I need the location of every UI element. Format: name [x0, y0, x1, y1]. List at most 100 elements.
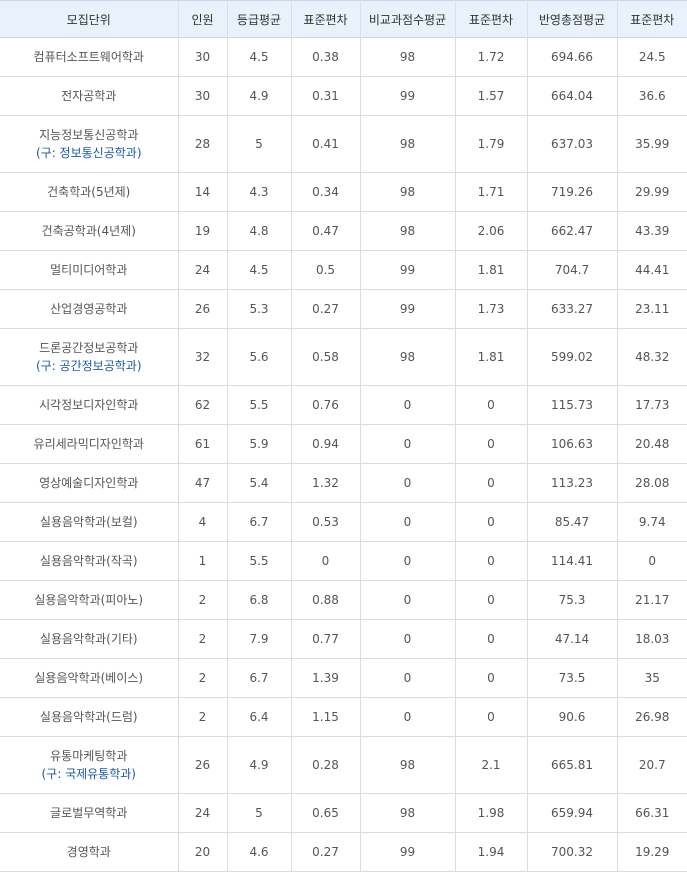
- table-row: 산업경영공학과 26 5.3 0.27 99 1.73 633.27 23.11: [0, 289, 687, 329]
- grade-average-cell: 6.7: [227, 658, 292, 698]
- grade-stddev-cell: 0.77: [291, 619, 361, 659]
- total-score-stddev-cell: 0: [617, 541, 687, 581]
- grade-average-cell: 5.5: [227, 541, 292, 581]
- department-cell: 유리세라믹디자인학과: [0, 424, 179, 464]
- extracurricular-average-cell: 0: [360, 619, 456, 659]
- grade-average-cell: 4.3: [227, 172, 292, 212]
- grade-stddev-cell: 0.88: [291, 580, 361, 620]
- headcount-cell: 61: [178, 424, 228, 464]
- headcount-cell: 30: [178, 76, 228, 116]
- total-score-stddev-cell: 20.48: [617, 424, 687, 464]
- total-score-stddev-cell: 44.41: [617, 250, 687, 290]
- extracurricular-average-cell: 99: [360, 832, 456, 872]
- total-score-average-cell: 664.04: [527, 76, 618, 116]
- extracurricular-stddev-cell: 1.81: [455, 250, 528, 290]
- grade-stddev-cell: 0.38: [291, 37, 361, 77]
- total-score-average-cell: 115.73: [527, 385, 618, 425]
- total-score-stddev-cell: 19.29: [617, 832, 687, 872]
- grade-stddev-cell: 0.27: [291, 289, 361, 329]
- headcount-cell: 47: [178, 463, 228, 503]
- total-score-stddev-cell: 9.74: [617, 502, 687, 542]
- total-score-average-cell: 113.23: [527, 463, 618, 503]
- grade-stddev-cell: 0.94: [291, 424, 361, 464]
- grade-average-cell: 5.9: [227, 424, 292, 464]
- table-row: 시각정보디자인학과 62 5.5 0.76 0 0 115.73 17.73: [0, 385, 687, 425]
- headcount-cell: 2: [178, 658, 228, 698]
- total-score-average-cell: 659.94: [527, 793, 618, 833]
- grade-stddev-cell: 0.27: [291, 832, 361, 872]
- grade-stddev-cell: 1.39: [291, 658, 361, 698]
- grade-stddev-cell: 0.34: [291, 172, 361, 212]
- extracurricular-average-cell: 0: [360, 502, 456, 542]
- total-score-average-cell: 47.14: [527, 619, 618, 659]
- header-total-score-stddev: 표준편차: [617, 0, 687, 38]
- grade-average-cell: 5.4: [227, 463, 292, 503]
- department-name: 지능정보통신공학과: [39, 128, 139, 142]
- table-row: 실용음악학과(베이스) 2 6.7 1.39 0 0 73.5 35: [0, 658, 687, 698]
- headcount-cell: 62: [178, 385, 228, 425]
- grade-stddev-cell: 0.58: [291, 328, 361, 386]
- table-header: 모집단위 인원 등급평균 표준편차 비교과점수평균 표준편차 반영총점평균 표준…: [0, 0, 687, 38]
- extracurricular-average-cell: 0: [360, 424, 456, 464]
- extracurricular-stddev-cell: 1.57: [455, 76, 528, 116]
- department-cell: 경영학과: [0, 832, 179, 872]
- total-score-stddev-cell: 36.6: [617, 76, 687, 116]
- department-name: 실용음악학과(기타): [39, 632, 138, 646]
- total-score-stddev-cell: 35: [617, 658, 687, 698]
- header-department: 모집단위: [0, 0, 179, 38]
- total-score-stddev-cell: 20.7: [617, 736, 687, 794]
- extracurricular-average-cell: 98: [360, 37, 456, 77]
- extracurricular-stddev-cell: 0: [455, 463, 528, 503]
- table-row: 글로벌무역학과 24 5 0.65 98 1.98 659.94 66.31: [0, 793, 687, 833]
- extracurricular-stddev-cell: 0: [455, 541, 528, 581]
- extracurricular-stddev-cell: 1.81: [455, 328, 528, 386]
- headcount-cell: 26: [178, 736, 228, 794]
- grade-stddev-cell: 0.31: [291, 76, 361, 116]
- table-row: 영상예술디자인학과 47 5.4 1.32 0 0 113.23 28.08: [0, 463, 687, 503]
- department-cell: 지능정보통신공학과 (구: 정보통신공학과): [0, 115, 179, 173]
- extracurricular-average-cell: 98: [360, 115, 456, 173]
- table-body: 컴퓨터소프트웨어학과 30 4.5 0.38 98 1.72 694.66 24.5 전자공학과…: [0, 37, 687, 872]
- grade-average-cell: 4.6: [227, 832, 292, 872]
- total-score-average-cell: 665.81: [527, 736, 618, 794]
- grade-stddev-cell: 0.47: [291, 211, 361, 251]
- total-score-stddev-cell: 17.73: [617, 385, 687, 425]
- department-name: 실용음악학과(베이스): [34, 671, 144, 685]
- total-score-average-cell: 75.3: [527, 580, 618, 620]
- former-department-name: (구: 정보통신공학과): [35, 146, 142, 160]
- grade-stddev-cell: 0.28: [291, 736, 361, 794]
- former-department-name: (구: 국제유통학과): [41, 767, 136, 781]
- extracurricular-average-cell: 98: [360, 172, 456, 212]
- extracurricular-stddev-cell: 0: [455, 424, 528, 464]
- department-cell: 멀티미디어학과: [0, 250, 179, 290]
- headcount-cell: 14: [178, 172, 228, 212]
- header-row: 모집단위 인원 등급평균 표준편차 비교과점수평균 표준편차 반영총점평균 표준…: [0, 0, 687, 38]
- extracurricular-stddev-cell: 0: [455, 580, 528, 620]
- total-score-stddev-cell: 66.31: [617, 793, 687, 833]
- department-cell: 실용음악학과(피아노): [0, 580, 179, 620]
- grade-average-cell: 4.5: [227, 37, 292, 77]
- table-row: 컴퓨터소프트웨어학과 30 4.5 0.38 98 1.72 694.66 24.5: [0, 37, 687, 77]
- extracurricular-average-cell: 99: [360, 250, 456, 290]
- extracurricular-average-cell: 0: [360, 541, 456, 581]
- extracurricular-stddev-cell: 1.94: [455, 832, 528, 872]
- department-name: 실용음악학과(보컬): [39, 515, 138, 529]
- grade-average-cell: 6.4: [227, 697, 292, 737]
- table-row: 드론공간정보공학과 (구: 공간정보공학과) 32 5.6 0.58 98 1.81 599.…: [0, 328, 687, 386]
- total-score-stddev-cell: 26.98: [617, 697, 687, 737]
- department-name: 멀티미디어학과: [50, 263, 128, 277]
- table-row: 유리세라믹디자인학과 61 5.9 0.94 0 0 106.63 20.48: [0, 424, 687, 464]
- table-row: 건축학과(5년제) 14 4.3 0.34 98 1.71 719.26 29.99: [0, 172, 687, 212]
- department-cell: 건축학과(5년제): [0, 172, 179, 212]
- grade-stddev-cell: 1.32: [291, 463, 361, 503]
- grade-average-cell: 5: [227, 793, 292, 833]
- grade-stddev-cell: 1.15: [291, 697, 361, 737]
- extracurricular-average-cell: 0: [360, 658, 456, 698]
- department-cell: 실용음악학과(보컬): [0, 502, 179, 542]
- table-row: 실용음악학과(기타) 2 7.9 0.77 0 0 47.14 18.03: [0, 619, 687, 659]
- total-score-average-cell: 106.63: [527, 424, 618, 464]
- headcount-cell: 2: [178, 580, 228, 620]
- total-score-stddev-cell: 23.11: [617, 289, 687, 329]
- header-grade-stddev: 표준편차: [291, 0, 361, 38]
- table-row: 전자공학과 30 4.9 0.31 99 1.57 664.04 36.6: [0, 76, 687, 116]
